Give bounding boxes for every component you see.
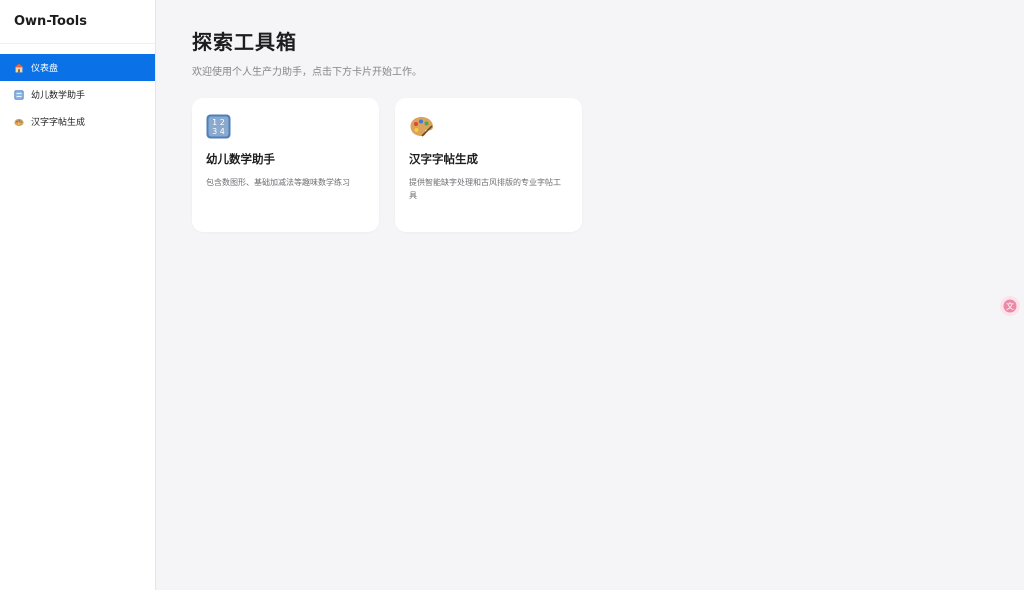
sidebar-item-kids-math[interactable]: 幼儿数学助手 bbox=[0, 81, 155, 108]
sidebar-nav: 仪表盘 幼儿数学助手 汉字字帖生成 bbox=[0, 44, 155, 135]
sidebar-item-hanzi-copybook[interactable]: 汉字字帖生成 bbox=[0, 108, 155, 135]
sidebar-item-label: 仪表盘 bbox=[31, 64, 59, 74]
numbers-icon: 1 2 3 4 bbox=[206, 114, 231, 139]
page-subtitle: 欢迎使用个人生产力助手，点击下方卡片开始工作。 bbox=[192, 67, 422, 78]
sidebar-item-label: 幼儿数学助手 bbox=[31, 91, 86, 101]
card-title: 汉字字帖生成 bbox=[409, 152, 478, 166]
tool-cards: 1 2 3 4 幼儿数学助手 包含数图形、基础加减法等趣味数学练习 汉字字帖生成… bbox=[192, 98, 1024, 232]
svg-text:1 2: 1 2 bbox=[212, 118, 225, 127]
card-title: 幼儿数学助手 bbox=[206, 152, 275, 166]
svg-text:3 4: 3 4 bbox=[212, 127, 225, 136]
card-kids-math[interactable]: 1 2 3 4 幼儿数学助手 包含数图形、基础加减法等趣味数学练习 bbox=[192, 98, 379, 232]
card-description: 包含数图形、基础加减法等趣味数学练习 bbox=[206, 178, 350, 187]
numbers-icon bbox=[14, 89, 24, 100]
palette-icon bbox=[410, 117, 433, 137]
sidebar: Own-Tools 仪表盘 幼儿数学助手 汉字字帖生成 bbox=[0, 0, 156, 590]
card-hanzi-copybook[interactable]: 汉字字帖生成 提供智能缺字处理和古风排版的专业字帖工具 bbox=[395, 98, 582, 232]
sidebar-item-label: 汉字字帖生成 bbox=[31, 118, 86, 128]
sidebar-item-dashboard[interactable]: 仪表盘 bbox=[0, 54, 155, 81]
palette-icon bbox=[14, 118, 24, 126]
app-window: Own-Tools 仪表盘 幼儿数学助手 汉字字帖生成 探索工具箱 欢迎使用个人… bbox=[0, 0, 1024, 590]
brand-title: Own-Tools bbox=[0, 0, 155, 44]
card-description: 提供智能缺字处理和古风排版的专业字帖工具 bbox=[409, 178, 561, 200]
svg-text:文: 文 bbox=[1006, 301, 1014, 311]
main-content: 探索工具箱 欢迎使用个人生产力助手，点击下方卡片开始工作。 1 2 3 4 幼儿… bbox=[156, 0, 1024, 590]
translate-button[interactable]: 文 bbox=[1000, 296, 1020, 316]
translate-icon: 文 bbox=[1003, 299, 1017, 313]
page-title: 探索工具箱 bbox=[192, 30, 297, 54]
house-icon bbox=[14, 63, 24, 72]
